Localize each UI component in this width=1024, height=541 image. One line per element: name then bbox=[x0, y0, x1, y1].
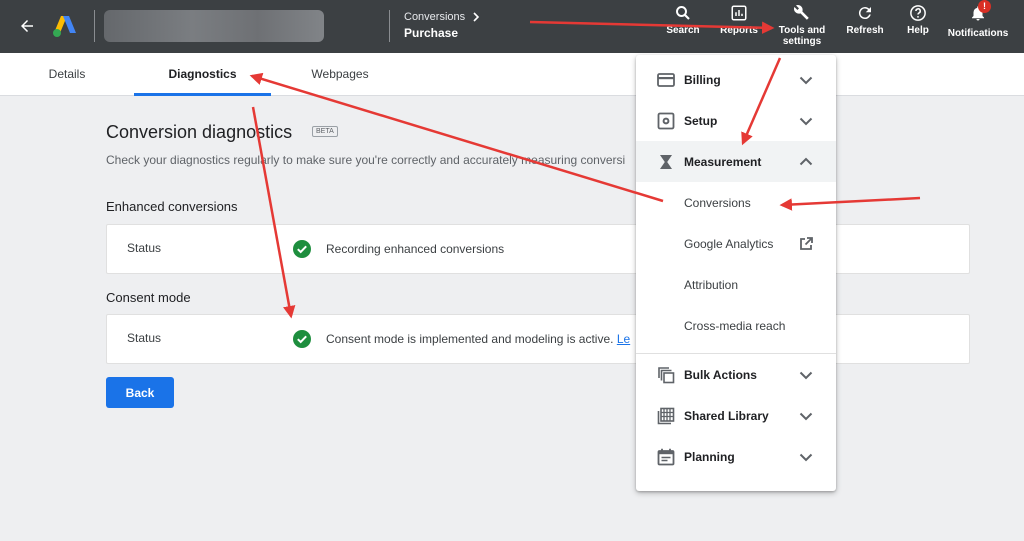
search-button[interactable]: Search bbox=[664, 4, 702, 36]
breadcrumb-current: Purchase bbox=[404, 26, 459, 40]
search-label: Search bbox=[666, 25, 700, 36]
status-text: Recording enhanced conversions bbox=[326, 242, 505, 256]
status-text: Consent mode is implemented and modeling… bbox=[326, 332, 614, 346]
chevron-right-icon bbox=[473, 12, 480, 22]
chevron-down-icon bbox=[799, 453, 813, 462]
tools-and-settings-button[interactable]: Tools and settings bbox=[774, 4, 830, 47]
reports-label: Reports bbox=[720, 25, 758, 36]
enhanced-conversions-card: Status Recording enhanced conversions bbox=[106, 224, 970, 274]
breadcrumb-parent[interactable]: Conversions bbox=[404, 11, 465, 23]
help-label: Help bbox=[907, 25, 929, 36]
library-icon bbox=[657, 407, 675, 425]
menu-item-planning[interactable]: Planning bbox=[636, 436, 836, 477]
google-ads-logo-icon[interactable] bbox=[52, 14, 78, 38]
external-link-icon bbox=[800, 237, 813, 250]
check-circle-icon bbox=[293, 330, 311, 348]
menu-item-measurement[interactable]: Measurement bbox=[636, 141, 836, 182]
tab-diagnostics[interactable]: Diagnostics bbox=[134, 53, 271, 96]
help-button[interactable]: Help bbox=[902, 4, 934, 36]
refresh-icon bbox=[858, 7, 871, 20]
status-label: Status bbox=[127, 331, 162, 345]
menu-item-cross-media-reach[interactable]: Cross-media reach bbox=[636, 305, 836, 346]
menu-item-label: Cross-media reach bbox=[684, 318, 786, 333]
notifications-button[interactable]: ! Notifications bbox=[944, 0, 1012, 39]
menu-item-label: Planning bbox=[684, 449, 735, 464]
gear-icon bbox=[657, 112, 675, 130]
status-label: Status bbox=[127, 241, 162, 255]
menu-item-billing[interactable]: Billing bbox=[636, 59, 836, 100]
menu-item-setup[interactable]: Setup bbox=[636, 100, 836, 141]
menu-item-label: Bulk Actions bbox=[684, 367, 757, 382]
menu-item-bulk-actions[interactable]: Bulk Actions bbox=[636, 354, 836, 395]
calendar-icon bbox=[657, 448, 675, 466]
menu-item-conversions[interactable]: Conversions bbox=[636, 182, 836, 223]
beta-badge: BETA bbox=[312, 126, 338, 137]
chevron-down-icon bbox=[799, 76, 813, 85]
chevron-down-icon bbox=[799, 371, 813, 380]
tab-webpages[interactable]: Webpages bbox=[271, 53, 409, 95]
menu-item-label: Google Analytics bbox=[684, 236, 774, 251]
chevron-up-icon bbox=[799, 157, 813, 166]
menu-item-google-analytics[interactable]: Google Analytics bbox=[636, 223, 836, 264]
menu-item-label: Billing bbox=[684, 72, 721, 87]
page-title: Conversion diagnostics bbox=[106, 122, 293, 142]
menu-item-label: Attribution bbox=[684, 277, 739, 292]
notifications-label: Notifications bbox=[947, 28, 1009, 39]
tab-details[interactable]: Details bbox=[0, 53, 134, 95]
menu-item-shared-library[interactable]: Shared Library bbox=[636, 395, 836, 436]
copy-icon bbox=[658, 367, 675, 384]
menu-item-label: Setup bbox=[684, 113, 718, 128]
tools-and-settings-menu: Billing Setup Measurement Conversions Go… bbox=[636, 55, 836, 491]
menu-item-attribution[interactable]: Attribution bbox=[636, 264, 836, 305]
chevron-down-icon bbox=[799, 412, 813, 421]
divider bbox=[94, 10, 95, 42]
search-icon bbox=[676, 6, 690, 20]
menu-item-label: Conversions bbox=[684, 195, 751, 210]
divider bbox=[389, 10, 390, 42]
learn-more-link[interactable]: Le bbox=[617, 332, 630, 346]
wrench-icon bbox=[793, 5, 809, 20]
tools-and-settings-label: Tools and settings bbox=[778, 25, 826, 47]
top-bar: Conversions Purchase Search Reports Tool… bbox=[0, 0, 1024, 53]
notification-badge: ! bbox=[978, 0, 991, 13]
consent-mode-heading: Consent mode bbox=[106, 290, 191, 305]
page-subtitle: Check your diagnostics regularly to make… bbox=[106, 153, 626, 167]
menu-item-label: Measurement bbox=[684, 154, 762, 169]
enhanced-conversions-heading: Enhanced conversions bbox=[106, 199, 238, 214]
check-circle-icon bbox=[293, 240, 311, 258]
status-text-row: Consent mode is implemented and modeling… bbox=[326, 332, 630, 346]
refresh-label: Refresh bbox=[846, 25, 884, 36]
back-button[interactable]: Back bbox=[106, 377, 174, 408]
tab-bar: Details Diagnostics Webpages bbox=[0, 53, 1024, 96]
breadcrumb[interactable]: Conversions bbox=[404, 11, 481, 23]
help-icon bbox=[910, 5, 926, 21]
menu-item-label: Shared Library bbox=[684, 408, 769, 423]
reports-icon bbox=[731, 5, 747, 21]
back-arrow-icon[interactable] bbox=[14, 13, 40, 39]
refresh-button[interactable]: Refresh bbox=[844, 4, 886, 36]
credit-card-icon bbox=[657, 73, 675, 87]
chevron-down-icon bbox=[799, 117, 813, 126]
hourglass-icon bbox=[660, 155, 672, 169]
account-name-blurred[interactable] bbox=[104, 10, 324, 42]
consent-mode-card: Status Consent mode is implemented and m… bbox=[106, 314, 970, 364]
reports-button[interactable]: Reports bbox=[718, 4, 760, 36]
